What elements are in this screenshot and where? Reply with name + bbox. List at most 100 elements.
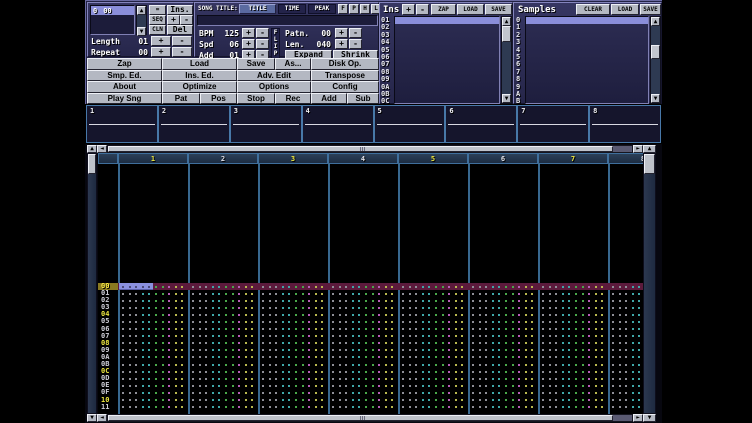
pattern-cell[interactable]: [398, 283, 468, 290]
pattern-cell[interactable]: [258, 404, 328, 411]
instrument-list-item[interactable]: [395, 39, 499, 46]
menu-button-optimize[interactable]: Optimize: [162, 81, 237, 93]
scroll-right-icon[interactable]: ►: [633, 414, 643, 422]
pattern-cell[interactable]: [608, 340, 643, 347]
menu-button-options[interactable]: Options: [237, 81, 311, 93]
pattern-cell[interactable]: [398, 382, 468, 389]
sample-list-item[interactable]: [526, 54, 648, 61]
scroll-up-icon[interactable]: ▲: [643, 145, 656, 153]
pattern-cell[interactable]: [468, 297, 538, 304]
channel-header-2[interactable]: 2: [188, 153, 258, 164]
spd-plus-button[interactable]: +: [242, 39, 255, 49]
channel-header-1[interactable]: 1: [118, 153, 188, 164]
sample-list-item[interactable]: [526, 69, 648, 76]
scroll-left-icon[interactable]: ◄: [97, 145, 107, 153]
pattern-cell[interactable]: [468, 368, 538, 375]
scroll-up-icon[interactable]: ▲: [87, 145, 97, 153]
pattern-cell[interactable]: [608, 311, 643, 318]
menu-button-adv-edit[interactable]: Adv. Edit: [237, 70, 311, 82]
length-minus-button[interactable]: -: [172, 36, 192, 46]
pattern-cell[interactable]: [468, 361, 538, 368]
pattern-cell[interactable]: [188, 283, 258, 290]
scroll-down-icon[interactable]: ▼: [651, 94, 660, 103]
pattern-cell[interactable]: [608, 290, 643, 297]
pattern-cell[interactable]: [328, 375, 398, 382]
pattern-cell[interactable]: [188, 333, 258, 340]
menu-button-disk-op[interactable]: Disk Op.: [311, 58, 379, 70]
pattern-cell[interactable]: [118, 311, 188, 318]
pattern-cell[interactable]: [608, 375, 643, 382]
pattern-cell[interactable]: [258, 283, 328, 290]
mini-h-button[interactable]: H: [360, 4, 370, 14]
mini-p-button[interactable]: P: [349, 4, 359, 14]
pattern-cell[interactable]: [118, 347, 188, 354]
pattern-row[interactable]: [118, 326, 643, 333]
pattern-cell[interactable]: [328, 382, 398, 389]
pattern-cell[interactable]: [328, 354, 398, 361]
pattern-cell[interactable]: [118, 375, 188, 382]
pattern-cell[interactable]: [398, 304, 468, 311]
order-insert-button[interactable]: Ins.: [167, 5, 193, 15]
pattern-cell[interactable]: [398, 311, 468, 318]
pattern-cell[interactable]: [398, 326, 468, 333]
pattern-cell[interactable]: [398, 318, 468, 325]
pattern-cell[interactable]: [118, 333, 188, 340]
pattern-cell[interactable]: [608, 397, 643, 404]
pattern-row[interactable]: [118, 304, 643, 311]
menu-button-load[interactable]: Load: [162, 58, 237, 70]
channel-header-3[interactable]: 3: [258, 153, 328, 164]
sample-clear-button[interactable]: CLEAR: [576, 4, 610, 15]
order-list[interactable]: 0 00: [90, 5, 135, 35]
instrument-list-item[interactable]: [395, 69, 499, 76]
instrument-list-item[interactable]: [395, 61, 499, 68]
pattern-cell[interactable]: [258, 397, 328, 404]
pattern-cell[interactable]: [118, 283, 188, 290]
scroll-right-icon[interactable]: ►: [633, 145, 643, 153]
menu-button-save[interactable]: Save: [237, 58, 275, 70]
channel-header-5[interactable]: 5: [398, 153, 468, 164]
order-scrollbar[interactable]: ▲ ▼: [136, 5, 147, 35]
pattern-cell[interactable]: [398, 404, 468, 411]
pattern-cell[interactable]: [538, 297, 608, 304]
pattern-cell[interactable]: [398, 397, 468, 404]
pattern-cell[interactable]: [258, 354, 328, 361]
pattern-cell[interactable]: [188, 382, 258, 389]
sample-list-item[interactable]: [526, 24, 648, 31]
scrollbar-thumb[interactable]: [108, 415, 613, 421]
pattern-cell[interactable]: [468, 283, 538, 290]
instrument-list-item[interactable]: [395, 98, 499, 104]
pattern-row[interactable]: [118, 389, 643, 396]
pattern-cell[interactable]: [118, 326, 188, 333]
pattern-cell[interactable]: [468, 304, 538, 311]
bpm-plus-button[interactable]: +: [242, 28, 255, 38]
pattern-row[interactable]: [118, 368, 643, 375]
pattern-cell[interactable]: [118, 290, 188, 297]
order-cln-button[interactable]: CLN: [149, 25, 166, 35]
pattern-cell[interactable]: [398, 389, 468, 396]
pattern-cell[interactable]: [188, 397, 258, 404]
pattern-cell[interactable]: [328, 311, 398, 318]
menu-button-sub[interactable]: Sub: [347, 93, 379, 105]
menu-button-play-sng[interactable]: Play Sng: [87, 93, 162, 105]
pattern-cell[interactable]: [118, 382, 188, 389]
pattern-cell[interactable]: [258, 333, 328, 340]
pattern-cell[interactable]: [118, 304, 188, 311]
tab-peak[interactable]: PEAK: [308, 4, 336, 14]
instrument-list[interactable]: [394, 16, 500, 104]
sample-list-item[interactable]: [526, 61, 648, 68]
mini-f-button[interactable]: F: [338, 4, 348, 14]
pattern-cell[interactable]: [258, 297, 328, 304]
pattern-cell[interactable]: [258, 389, 328, 396]
pattern-cell[interactable]: [538, 389, 608, 396]
pattern-cell[interactable]: [468, 404, 538, 411]
channel-scope[interactable]: 8: [589, 105, 661, 143]
scroll-down-icon[interactable]: ▼: [87, 414, 97, 422]
pattern-cell[interactable]: [608, 389, 643, 396]
pattern-cell[interactable]: [398, 354, 468, 361]
pattern-cell[interactable]: [258, 326, 328, 333]
menu-button-ins-ed[interactable]: Ins. Ed.: [162, 70, 237, 82]
pattern-cell[interactable]: [118, 318, 188, 325]
instrument-load-button[interactable]: LOAD: [457, 4, 484, 15]
repeat-plus-button[interactable]: +: [151, 47, 171, 57]
menu-button-stop[interactable]: Stop: [237, 93, 275, 105]
